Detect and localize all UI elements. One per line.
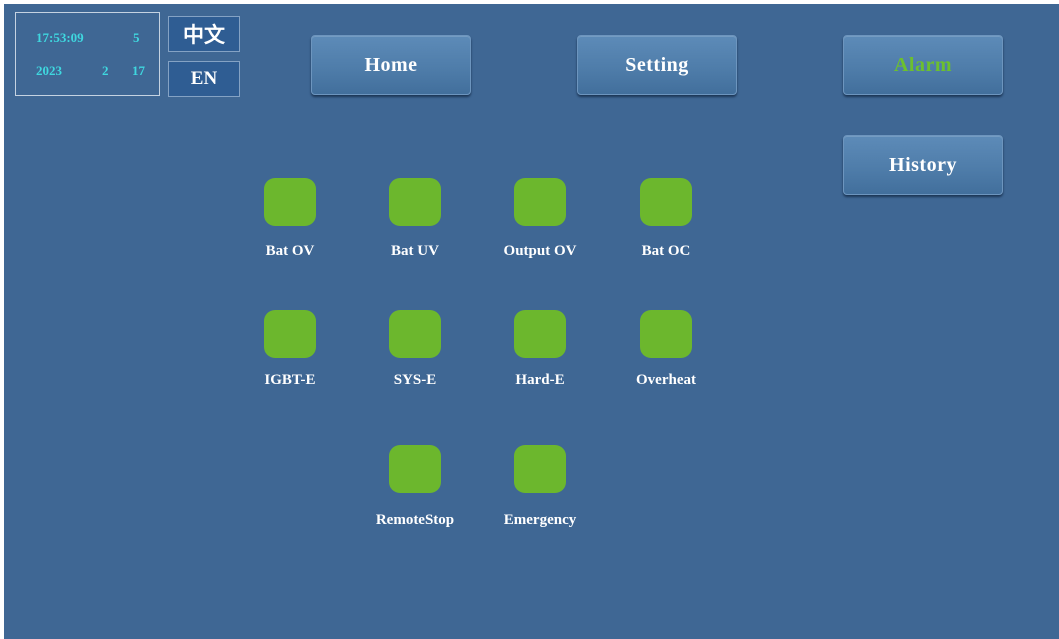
remote-stop-indicator xyxy=(389,445,441,493)
alarm-screen: 17:53:09 5 2023 2 17 中文 EN Home Setting … xyxy=(4,4,1059,639)
sys-e-label: SYS-E xyxy=(393,372,437,388)
emergency-indicator xyxy=(514,445,566,493)
bat-ov-indicator xyxy=(264,178,316,226)
alarm-button[interactable]: Alarm xyxy=(843,35,1003,95)
home-button[interactable]: Home xyxy=(311,35,471,95)
emergency-label: Emergency xyxy=(503,512,577,528)
sys-e-indicator xyxy=(389,310,441,358)
setting-button[interactable]: Setting xyxy=(577,35,737,95)
igbt-e-indicator xyxy=(264,310,316,358)
bat-oc-indicator xyxy=(640,178,692,226)
output-ov-indicator xyxy=(514,178,566,226)
output-ov-label: Output OV xyxy=(503,243,577,259)
remote-stop-label: RemoteStop xyxy=(375,512,455,528)
bat-uv-label: Bat UV xyxy=(391,243,439,259)
overheat-label: Overheat xyxy=(636,372,696,388)
clock-weekday: 5 xyxy=(133,30,140,45)
chinese-language-button[interactable]: 中文 xyxy=(168,16,240,52)
bat-oc-label: Bat OC xyxy=(641,243,691,259)
clock-time: 17:53:09 xyxy=(36,30,84,45)
bat-ov-label: Bat OV xyxy=(265,243,315,259)
date-day: 17 xyxy=(132,63,145,78)
date-year: 2023 xyxy=(36,63,62,78)
hard-e-indicator xyxy=(514,310,566,358)
bat-uv-indicator xyxy=(389,178,441,226)
overheat-indicator xyxy=(640,310,692,358)
history-button[interactable]: History xyxy=(843,135,1003,195)
hard-e-label: Hard-E xyxy=(515,372,565,388)
igbt-e-label: IGBT-E xyxy=(264,372,316,388)
date-month: 2 xyxy=(102,63,109,78)
datetime-panel: 17:53:09 5 2023 2 17 xyxy=(15,12,160,96)
english-language-button[interactable]: EN xyxy=(168,61,240,97)
